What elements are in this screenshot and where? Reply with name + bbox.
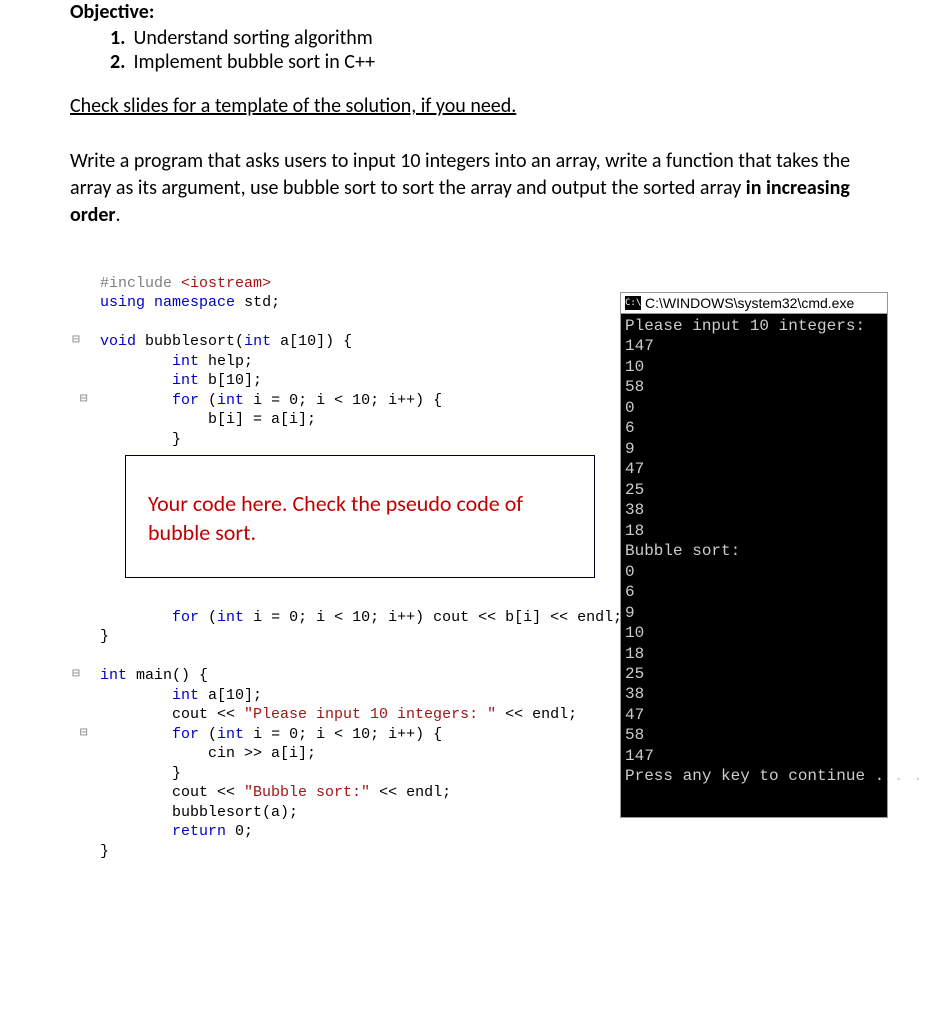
- code-text: help;: [199, 353, 253, 370]
- code-text: }: [100, 628, 109, 645]
- code-text: bubblesort(: [145, 333, 244, 350]
- slides-note: Check slides for a template of the solut…: [70, 94, 888, 118]
- objective-list: 1. Understand sorting algorithm 2. Imple…: [110, 26, 888, 74]
- list-text: Understand sorting algorithm: [133, 26, 372, 50]
- kw-int: int: [244, 333, 271, 350]
- code-editor: #include <iostream> using namespace std;…: [100, 254, 620, 881]
- include-header: <iostream>: [181, 275, 271, 292]
- objective-heading: Objective:: [70, 0, 888, 24]
- code-text: }: [100, 765, 181, 782]
- work-area: #include <iostream> using namespace std;…: [100, 254, 888, 881]
- kw-int: int: [172, 353, 199, 370]
- terminal-window: C:\ C:\WINDOWS\system32\cmd.exe Please i…: [620, 292, 888, 818]
- code-text: cout <<: [100, 784, 244, 801]
- code-text: << endl;: [370, 784, 451, 801]
- fold-icon: ⊟: [72, 666, 80, 683]
- code-text: cin >> a[i];: [100, 745, 316, 762]
- terminal-wrap: C:\ C:\WINDOWS\system32\cmd.exe Please i…: [620, 292, 888, 881]
- code-text: main() {: [127, 667, 208, 684]
- kw-return: return: [172, 823, 226, 840]
- code-text: cout <<: [100, 706, 244, 723]
- code-text: std;: [244, 294, 280, 311]
- kw-int: int: [172, 687, 199, 704]
- code-text: (: [199, 609, 217, 626]
- code-text: (: [199, 392, 217, 409]
- terminal-title-text: C:\WINDOWS\system32\cmd.exe: [645, 295, 854, 311]
- code-text: (: [199, 726, 217, 743]
- string-literal: "Bubble sort:": [244, 784, 370, 801]
- placeholder-text: Your code here. Check the pseudo code of…: [148, 490, 523, 546]
- kw-int: int: [100, 667, 127, 684]
- fold-icon: ⊟: [72, 332, 80, 349]
- kw-int: int: [217, 726, 244, 743]
- code-text: b[i] = a[i];: [100, 411, 316, 428]
- code-text: i = 0; i < 10; i++) {: [244, 726, 442, 743]
- instruction-end: .: [116, 203, 121, 227]
- kw-for: for: [172, 392, 199, 409]
- kw-using: using: [100, 294, 145, 311]
- code-text: << endl;: [496, 706, 577, 723]
- instructions: Write a program that asks users to input…: [70, 148, 888, 229]
- kw-namespace: namespace: [154, 294, 235, 311]
- list-number: 1.: [110, 26, 125, 50]
- kw-void: void: [100, 333, 136, 350]
- kw-for: for: [172, 609, 199, 626]
- code-text: 0;: [226, 823, 253, 840]
- terminal-titlebar: C:\ C:\WINDOWS\system32\cmd.exe: [621, 293, 887, 314]
- code-text: a[10]) {: [271, 333, 352, 350]
- string-literal: "Please input 10 integers: ": [244, 706, 496, 723]
- kw-int: int: [217, 392, 244, 409]
- list-number: 2.: [110, 50, 125, 74]
- code-text: i = 0; i < 10; i++) {: [244, 392, 442, 409]
- kw-for: for: [172, 726, 199, 743]
- code-text: b[10];: [199, 372, 262, 389]
- fold-icon: ⊟: [72, 391, 88, 408]
- placeholder-box: Your code here. Check the pseudo code of…: [125, 455, 595, 578]
- terminal-output: Please input 10 integers: 147 10 58 0 6 …: [621, 314, 887, 817]
- code-text: }: [100, 843, 109, 860]
- list-item: 2. Implement bubble sort in C++: [110, 50, 888, 74]
- kw-int: int: [217, 609, 244, 626]
- list-item: 1. Understand sorting algorithm: [110, 26, 888, 50]
- list-text: Implement bubble sort in C++: [133, 50, 375, 74]
- document-page: Objective: 1. Understand sorting algorit…: [0, 0, 948, 921]
- instruction-text: Write a program that asks users to input…: [70, 149, 850, 200]
- code-text: }: [100, 431, 181, 448]
- cmd-icon: C:\: [625, 296, 641, 310]
- fold-icon: ⊟: [72, 725, 88, 742]
- kw-int: int: [172, 372, 199, 389]
- code-text: i = 0; i < 10; i++) cout << b[i] << endl…: [244, 609, 622, 626]
- code-text: a[10];: [199, 687, 262, 704]
- pp-include: #include: [100, 275, 172, 292]
- code-text: bubblesort(a);: [100, 804, 298, 821]
